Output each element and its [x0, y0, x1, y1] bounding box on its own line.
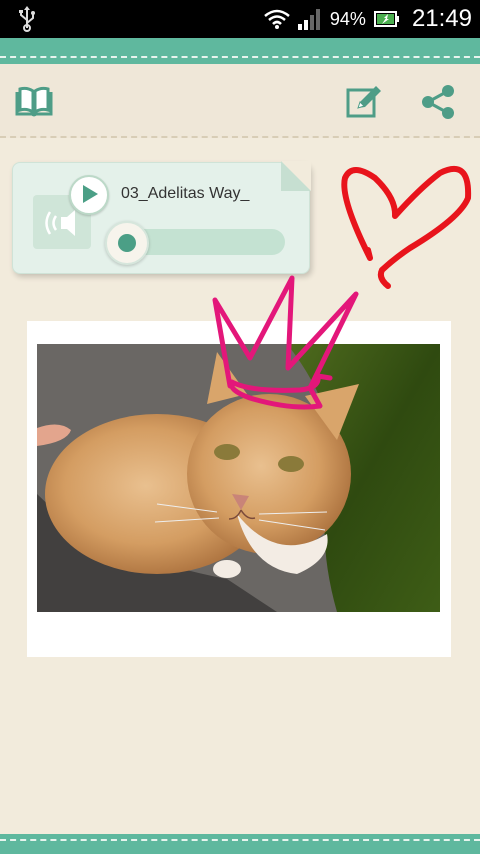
doodle-layer — [212, 165, 472, 410]
signal-icon — [297, 9, 320, 30]
book-icon[interactable] — [14, 82, 54, 122]
crown-doodle — [212, 275, 359, 410]
wifi-icon — [264, 9, 290, 29]
status-bar: 94% 21:49 — [0, 0, 480, 38]
top-ribbon — [0, 38, 480, 64]
battery-percent: 94% — [329, 8, 366, 29]
toolbar — [0, 64, 480, 138]
usb-icon — [19, 6, 35, 32]
heart-doodle — [341, 165, 472, 289]
bottom-ribbon — [0, 834, 480, 854]
edit-icon[interactable] — [344, 82, 384, 122]
share-icon[interactable] — [418, 82, 458, 122]
note-canvas[interactable]: 03_Adelitas Way_ — [0, 138, 480, 834]
battery-charging-icon — [373, 11, 399, 27]
clock: 21:49 — [411, 5, 472, 32]
